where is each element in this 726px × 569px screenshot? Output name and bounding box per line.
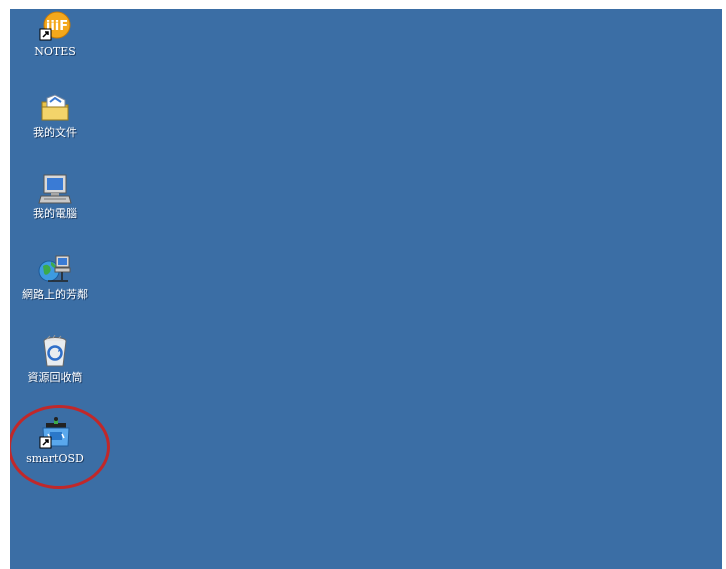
desktop-icon-label: 資源回收筒: [27, 371, 83, 384]
smartosd-icon: [39, 417, 70, 449]
my-documents-folder-icon: [41, 94, 69, 121]
desktop-icon-smartosd[interactable]: smartOSD: [10, 416, 101, 465]
desktop-icon-recycle-bin[interactable]: 資源回收筒: [10, 335, 101, 384]
desktop-icon-label: 網路上的芳鄰: [22, 288, 88, 301]
desktop-icon-network-neighborhood[interactable]: 網路上的芳鄰: [10, 254, 101, 301]
desktop[interactable]: iiiF NOTES 我的文件 我的電腦 網路上的芳鄰 資源回收筒 smartO…: [10, 9, 722, 569]
desktop-icon-my-computer[interactable]: 我的電腦: [10, 173, 101, 220]
recycle-bin-icon: [43, 335, 67, 367]
lotus-notes-icon: iiiF: [39, 11, 71, 41]
network-neighborhood-icon: [38, 255, 71, 282]
desktop-icon-label: 我的文件: [33, 126, 77, 139]
desktop-icon-label: NOTES: [34, 45, 76, 58]
desktop-icon-my-documents[interactable]: 我的文件: [10, 92, 101, 139]
my-computer-icon: [38, 174, 72, 204]
desktop-icon-label: 我的電腦: [33, 207, 77, 220]
desktop-icon-label: smartOSD: [26, 452, 84, 465]
desktop-icon-notes[interactable]: iiiF NOTES: [10, 11, 101, 58]
